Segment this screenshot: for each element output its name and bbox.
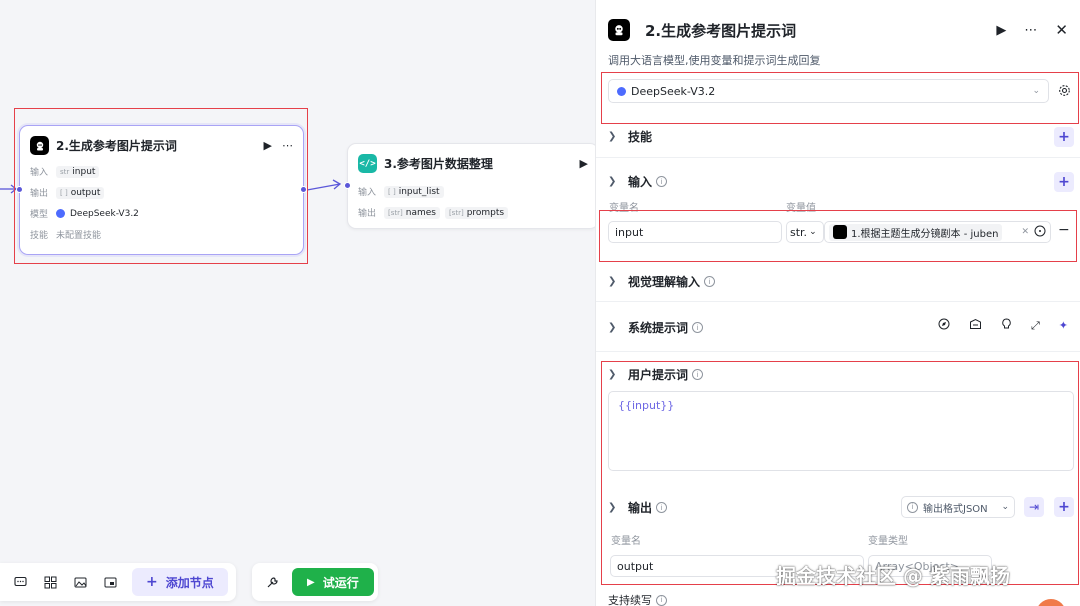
node-title: 2.生成参考图片提示词: [56, 139, 177, 153]
llm-node-icon: [608, 19, 630, 41]
input-var-name-field[interactable]: input: [608, 221, 782, 243]
input-type-select[interactable]: str. ⌄: [786, 221, 824, 243]
node-skill-row: 技能 未配置技能: [30, 231, 102, 241]
node-output-row: 输出 [str] names [str] prompts: [348, 202, 595, 223]
panel-title: 2.生成参考图片提示词: [645, 21, 797, 40]
add-output-button[interactable]: +: [1054, 497, 1074, 517]
play-icon[interactable]: ▶: [264, 139, 272, 152]
input-handle[interactable]: [344, 182, 351, 189]
play-icon[interactable]: ▶: [996, 23, 1006, 38]
info-icon: i: [704, 276, 716, 287]
add-skill-button[interactable]: +: [1054, 127, 1074, 147]
node-model-row: 模型 DeepSeek-V3.2: [30, 208, 139, 221]
compass-icon[interactable]: [938, 318, 950, 333]
user-prompt-editor[interactable]: {{input}}: [608, 391, 1074, 471]
info-icon: i: [656, 594, 667, 606]
add-node-button[interactable]: + 添加节点: [132, 568, 228, 596]
output-handle[interactable]: [300, 186, 307, 193]
info-icon: i: [656, 502, 668, 513]
play-icon[interactable]: ▶: [580, 157, 588, 170]
info-icon: i: [907, 501, 918, 513]
more-icon[interactable]: ⋯: [1024, 23, 1037, 38]
ref-chip: 1.根据主题生成分镜剧本 - juben: [829, 223, 1003, 241]
chevron-down-icon: ❯: [608, 369, 617, 380]
code-node-icon: </>: [358, 154, 377, 173]
chevron-down-icon: ❯: [608, 176, 617, 187]
divider: [596, 157, 1080, 158]
run-toolbar: ▶ 试运行: [252, 563, 378, 601]
section-skills[interactable]: ❯ 技能: [608, 128, 1072, 145]
input-tag: [ ] input_list: [384, 185, 444, 198]
close-icon[interactable]: ✕: [1055, 21, 1068, 39]
panel-description: 调用大语言模型,使用变量和提示词生成回复: [608, 54, 821, 67]
input-handle[interactable]: [16, 186, 23, 193]
node-input-row: 输入 str input: [20, 161, 303, 182]
output-tag: [ ] output: [56, 186, 105, 199]
chevron-down-icon: ⌄: [1032, 86, 1040, 96]
output-tag: [str] prompts: [444, 206, 509, 219]
section-continue: 支持续写 i: [608, 592, 1072, 606]
col-header-name: 变量名: [611, 536, 641, 547]
divider: [596, 351, 1080, 352]
add-input-button[interactable]: +: [1054, 172, 1074, 192]
wrench-icon[interactable]: [260, 570, 284, 594]
canvas-toolbar: + 添加节点: [0, 563, 236, 601]
col-header-type: 变量类型: [868, 536, 908, 547]
import-icon[interactable]: ⇥: [1024, 497, 1044, 517]
deepseek-icon: [56, 209, 65, 218]
lightbulb-icon[interactable]: [1001, 318, 1012, 333]
model-select[interactable]: DeepSeek-V3.2 ⌄: [608, 79, 1049, 103]
gear-icon[interactable]: [1055, 81, 1073, 99]
node-config-panel: 2.生成参考图片提示词 ▶ ⋯ ✕ 调用大语言模型,使用变量和提示词生成回复 D…: [595, 0, 1080, 606]
minimap-icon[interactable]: [98, 570, 122, 594]
section-input[interactable]: ❯ 输入 i: [608, 173, 1072, 190]
image-icon[interactable]: [68, 570, 92, 594]
info-icon: i: [692, 369, 704, 380]
node-card-data-organize[interactable]: </> 3.参考图片数据整理 ▶ 输入 [ ] input_list 输出 [st…: [344, 143, 595, 229]
more-icon[interactable]: ⋯: [282, 139, 293, 152]
clear-icon[interactable]: ✕: [1021, 227, 1029, 237]
llm-node-icon: [30, 136, 49, 155]
chevron-down-icon: ⌄: [1001, 502, 1009, 512]
sparkle-icon[interactable]: ✦: [1059, 319, 1068, 332]
node-title: 3.参考图片数据整理: [384, 157, 493, 171]
llm-node-icon: [833, 225, 847, 239]
chevron-right-icon: ❯: [608, 276, 617, 287]
output-tag: [str] names: [384, 206, 440, 219]
section-visual-input[interactable]: ❯ 视觉理解输入 i: [608, 273, 1072, 290]
node-output-row: 输出 [ ] output: [20, 182, 303, 203]
watermark-text: 掘金技术社区 @ 紫雨飘扬: [776, 564, 1010, 588]
col-header-name: 变量名: [609, 203, 639, 214]
target-icon[interactable]: [1034, 225, 1046, 240]
grid-layout-icon[interactable]: [38, 570, 62, 594]
col-header-value: 变量值: [786, 203, 816, 214]
workflow-canvas[interactable]: 2.生成参考图片提示词 ▶ ⋯ 输入 str input 输出 [ ] output…: [0, 0, 595, 606]
chevron-right-icon: ❯: [608, 131, 617, 142]
input-ref-field[interactable]: 1.根据主题生成分镜剧本 - juben ✕: [824, 221, 1051, 243]
section-user-prompt[interactable]: ❯ 用户提示词 i: [608, 366, 1072, 383]
deepseek-icon: [617, 86, 626, 96]
chevron-down-icon: ⌄: [809, 227, 817, 237]
node-input-row: 输入 [ ] input_list: [348, 181, 595, 202]
remove-input-icon[interactable]: −: [1058, 222, 1070, 238]
system-prompt-actions: ⤢ ✦: [938, 318, 1068, 333]
test-run-button[interactable]: ▶ 试运行: [292, 568, 374, 596]
library-icon[interactable]: [969, 318, 982, 333]
chevron-right-icon: ❯: [608, 322, 617, 333]
info-icon: i: [692, 322, 704, 333]
info-icon: i: [656, 176, 668, 187]
node-card-generate-prompt[interactable]: 2.生成参考图片提示词 ▶ ⋯ 输入 str input 输出 [ ] output…: [16, 125, 307, 255]
divider: [596, 301, 1080, 302]
chevron-down-icon: ❯: [608, 502, 617, 513]
expand-icon[interactable]: ⤢: [1031, 319, 1040, 333]
output-format-select[interactable]: i 输出格式JSON ⌄: [901, 496, 1015, 518]
comment-icon[interactable]: [8, 570, 32, 594]
input-tag: str input: [56, 165, 100, 178]
